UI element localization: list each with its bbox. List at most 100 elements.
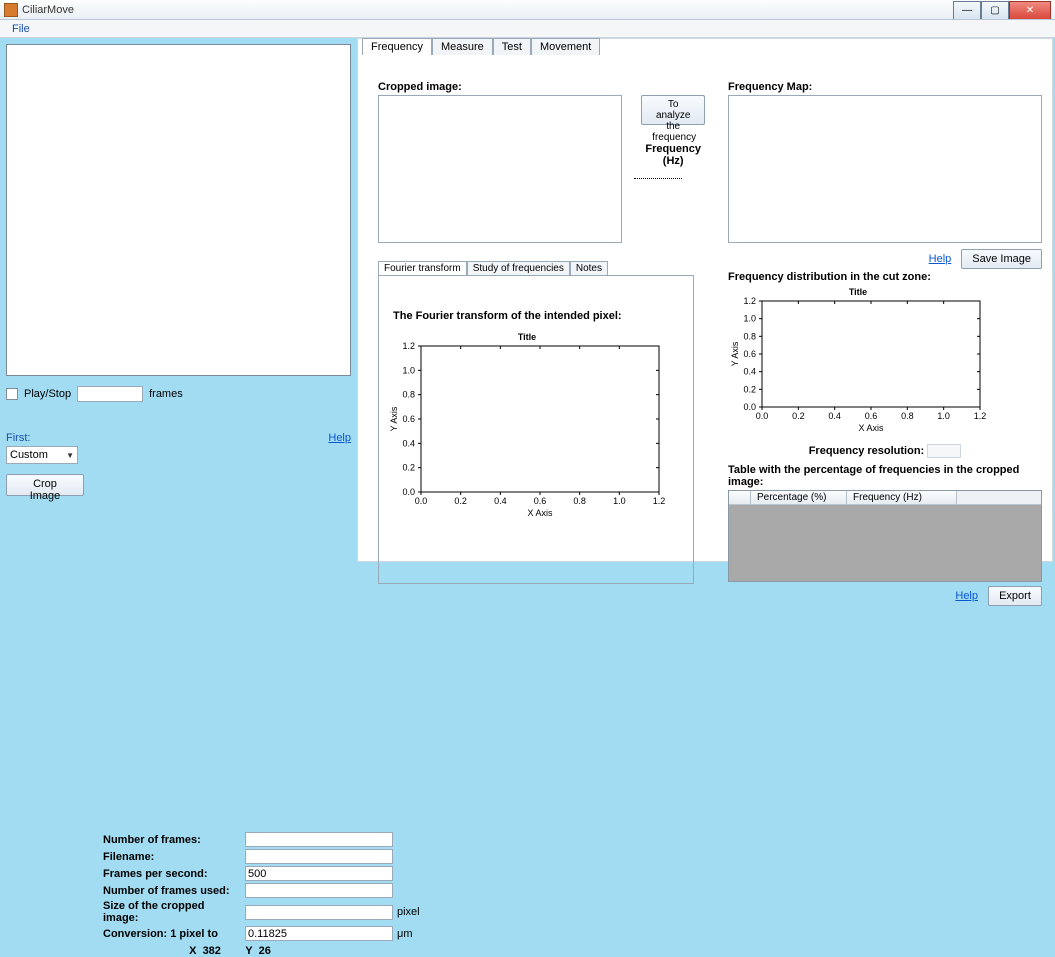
- svg-text:1.0: 1.0: [613, 496, 626, 506]
- play-stop-checkbox[interactable]: [6, 388, 18, 400]
- fourier-heading: The Fourier transform of the intended pi…: [393, 310, 685, 322]
- fps-input[interactable]: [245, 866, 393, 881]
- svg-text:Y Axis: Y Axis: [389, 406, 399, 431]
- svg-text:0.6: 0.6: [743, 349, 756, 359]
- svg-text:0.0: 0.0: [415, 496, 428, 506]
- save-image-button[interactable]: Save Image: [961, 249, 1042, 269]
- fps-label: Frames per second:: [103, 868, 241, 880]
- svg-text:0.4: 0.4: [494, 496, 507, 506]
- help-link-fmap[interactable]: Help: [929, 253, 952, 265]
- svg-text:0.6: 0.6: [534, 496, 547, 506]
- filename-input[interactable]: [245, 849, 393, 864]
- analyze-frequency-button[interactable]: To analyze the frequency: [641, 95, 705, 125]
- svg-text:0.4: 0.4: [402, 438, 415, 448]
- svg-text:X Axis: X Axis: [527, 508, 553, 518]
- conversion-input[interactable]: [245, 926, 393, 941]
- tab-frequency[interactable]: Frequency: [362, 38, 432, 55]
- svg-text:1.2: 1.2: [653, 496, 666, 506]
- svg-text:0.2: 0.2: [402, 463, 415, 473]
- svg-text:1.0: 1.0: [402, 365, 415, 375]
- svg-text:X Axis: X Axis: [858, 423, 884, 433]
- svg-text:0.2: 0.2: [454, 496, 467, 506]
- menu-file[interactable]: File: [6, 22, 36, 36]
- frames-used-input[interactable]: [245, 883, 393, 898]
- help-link-left[interactable]: Help: [328, 432, 351, 444]
- window-title: CiliarMove: [22, 4, 74, 16]
- subtab-fourier[interactable]: Fourier transform: [378, 261, 467, 275]
- menubar: File: [0, 20, 1055, 38]
- crop-size-label: Size of the cropped image:: [103, 900, 241, 924]
- crop-image-button[interactable]: Crop Image: [6, 474, 84, 496]
- main-tabs: Frequency Measure Test Movement: [362, 38, 600, 55]
- subtab-study[interactable]: Study of frequencies: [467, 261, 570, 275]
- crop-size-unit: pixel: [397, 906, 420, 918]
- table-label: Table with the percentage of frequencies…: [728, 464, 1042, 488]
- titlebar: CiliarMove — ▢ ✕: [0, 0, 1055, 20]
- svg-text:0.8: 0.8: [402, 390, 415, 400]
- frames-suffix: frames: [149, 388, 183, 400]
- frames-used-label: Number of frames used:: [103, 885, 241, 897]
- frequency-hz-label: Frequency (Hz): [634, 143, 712, 167]
- freq-table[interactable]: Percentage (%) Frequency (Hz): [728, 490, 1042, 582]
- minimize-button[interactable]: —: [953, 1, 981, 19]
- first-label: First:: [6, 432, 30, 444]
- conversion-unit: μm: [397, 928, 413, 940]
- frequency-hz-value: [634, 167, 682, 179]
- svg-text:Title: Title: [849, 287, 867, 297]
- subtab-notes[interactable]: Notes: [570, 261, 608, 275]
- cropped-image-box: [378, 95, 622, 243]
- play-stop-label: Play/Stop: [24, 388, 71, 400]
- svg-text:0.6: 0.6: [865, 411, 878, 421]
- freq-res-label: Frequency resolution:: [809, 445, 925, 457]
- table-rowselector-header: [729, 491, 751, 504]
- tab-test[interactable]: Test: [493, 38, 531, 55]
- svg-text:1.2: 1.2: [402, 341, 415, 351]
- svg-text:0.2: 0.2: [792, 411, 805, 421]
- svg-text:0.8: 0.8: [743, 331, 756, 341]
- current-frame-input[interactable]: [77, 386, 143, 402]
- tab-movement[interactable]: Movement: [531, 38, 600, 55]
- close-button[interactable]: ✕: [1009, 1, 1051, 19]
- svg-text:Title: Title: [518, 332, 536, 342]
- app-icon: [4, 3, 18, 17]
- conversion-label: Conversion: 1 pixel to: [103, 928, 241, 940]
- sub-tabs: Fourier transform Study of frequencies N…: [378, 261, 694, 275]
- svg-text:1.0: 1.0: [937, 411, 950, 421]
- svg-text:1.2: 1.2: [743, 296, 756, 306]
- svg-text:1.2: 1.2: [974, 411, 987, 421]
- cursor-y-val: 26: [259, 945, 271, 957]
- svg-text:0.2: 0.2: [743, 384, 756, 394]
- dist-label: Frequency distribution in the cut zone:: [728, 271, 1042, 283]
- chevron-down-icon: ▼: [66, 451, 74, 460]
- first-combo-value: Custom: [10, 449, 48, 461]
- svg-text:0.0: 0.0: [743, 402, 756, 412]
- fmap-label: Frequency Map:: [728, 81, 1042, 93]
- table-col-hz[interactable]: Frequency (Hz): [847, 491, 957, 504]
- svg-text:Y Axis: Y Axis: [730, 341, 740, 366]
- dist-chart: Title 0.0 0.2 0.4 0.6 0.8 1.0 1.2 0.0 0.2 0.4 0.6 0.…: [728, 285, 988, 435]
- source-image-canvas[interactable]: [6, 44, 351, 376]
- svg-text:0.4: 0.4: [828, 411, 841, 421]
- svg-text:0.8: 0.8: [901, 411, 914, 421]
- cropped-image-label: Cropped image:: [378, 81, 712, 93]
- cursor-x-label: X: [189, 945, 196, 957]
- tab-measure[interactable]: Measure: [432, 38, 493, 55]
- crop-size-input[interactable]: [245, 905, 393, 920]
- filename-label: Filename:: [103, 851, 241, 863]
- svg-text:0.0: 0.0: [402, 487, 415, 497]
- frequency-map-box: [728, 95, 1042, 243]
- maximize-button[interactable]: ▢: [981, 1, 1009, 19]
- svg-text:0.6: 0.6: [402, 414, 415, 424]
- num-frames-input[interactable]: [245, 832, 393, 847]
- svg-text:0.4: 0.4: [743, 367, 756, 377]
- first-combo[interactable]: Custom ▼: [6, 446, 78, 464]
- freq-res-value: [927, 444, 961, 458]
- svg-text:1.0: 1.0: [743, 314, 756, 324]
- svg-text:0.0: 0.0: [756, 411, 769, 421]
- cursor-x-val: 382: [203, 945, 221, 957]
- table-col-pct[interactable]: Percentage (%): [751, 491, 847, 504]
- export-button[interactable]: Export: [988, 586, 1042, 606]
- help-link-export[interactable]: Help: [955, 590, 978, 602]
- cursor-y-label: Y: [245, 945, 252, 957]
- num-frames-label: Number of frames:: [103, 834, 241, 846]
